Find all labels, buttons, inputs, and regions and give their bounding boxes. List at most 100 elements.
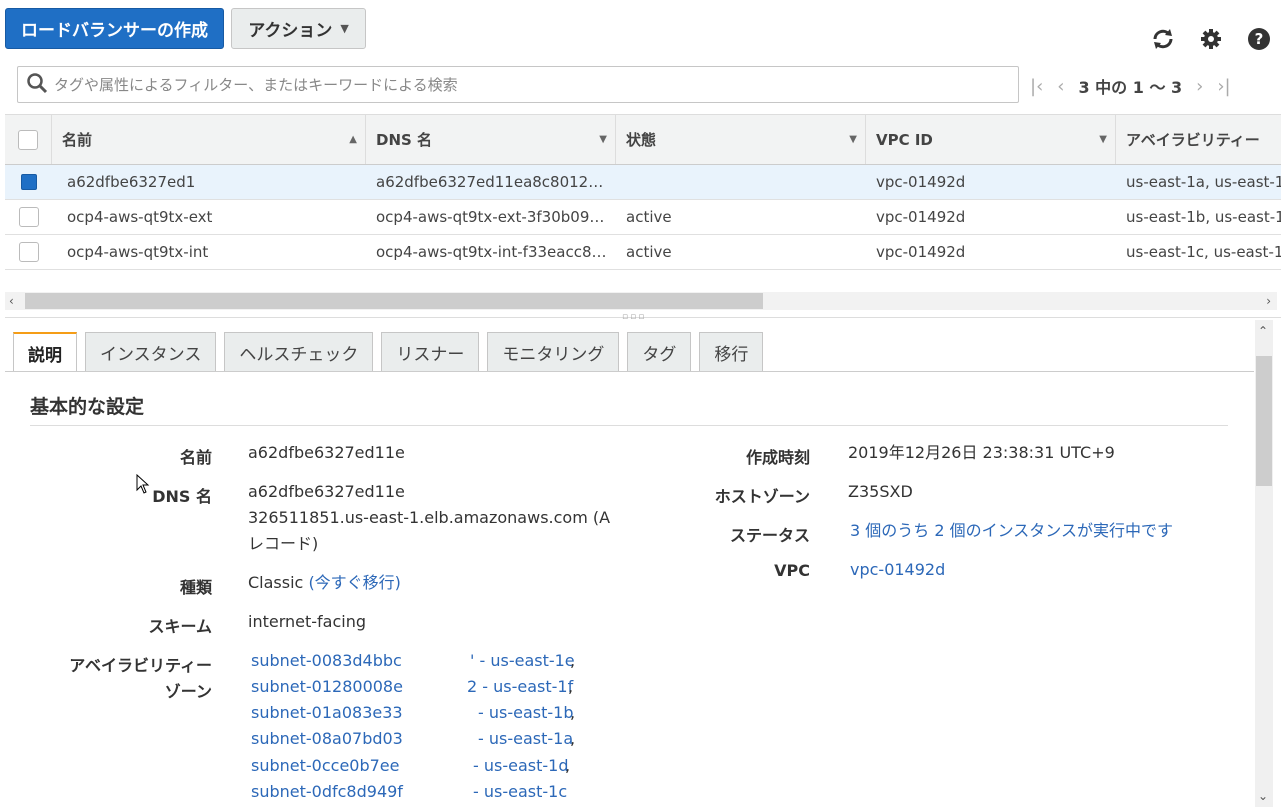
cell-name: ocp4-aws-qt9tx-ext: [67, 208, 213, 226]
section-title: 基本的な設定: [30, 396, 145, 418]
cell-state: [616, 165, 866, 199]
dns-value-line1: a62dfbe6327ed11e: [248, 482, 405, 501]
cell-az: us-east-1c, us-east-1: [1126, 243, 1281, 261]
scroll-right-icon[interactable]: ›: [1266, 292, 1271, 310]
row-select-cell: [5, 200, 52, 234]
subnet-sep: ,: [570, 729, 576, 748]
filter-search-box[interactable]: [17, 66, 1019, 103]
status-link[interactable]: 3 個のうち 2 個のインスタンスが実行中です: [850, 518, 1173, 544]
subnet-link[interactable]: subnet-0083d4bbc: [251, 651, 402, 670]
select-all-cell: [5, 115, 52, 164]
subnet-zone: - us-east-1c: [473, 782, 568, 801]
subnet-link[interactable]: subnet-08a07bd03: [251, 729, 403, 748]
name-label: 名前: [179, 448, 212, 467]
table-header: 名前 ▲ DNS 名 ▼ 状態 ▼ VPC ID ▼ アベイラビリティー: [5, 114, 1281, 165]
tab-health-check[interactable]: ヘルスチェック: [224, 332, 374, 372]
row-checkbox[interactable]: [20, 174, 37, 190]
subnet-link[interactable]: subnet-0dfc8d949f: [251, 782, 403, 801]
detail-tabs: 説明 インスタンス ヘルスチェック リスナー モニタリング タグ 移行: [13, 332, 764, 372]
subnet-zone: - us-east-1a: [478, 729, 574, 748]
select-all-checkbox[interactable]: [18, 129, 38, 150]
mouse-cursor-icon: [136, 473, 150, 498]
column-header-name[interactable]: 名前 ▲: [52, 115, 366, 164]
search-input[interactable]: [54, 75, 954, 94]
create-load-balancer-button[interactable]: ロードバランサーの作成: [5, 8, 224, 49]
status-label: ステータス: [729, 526, 810, 545]
row-checkbox[interactable]: [18, 207, 39, 227]
resize-handle-icon[interactable]: ▫▫▫: [622, 312, 646, 322]
refresh-icon[interactable]: [1147, 24, 1179, 54]
subnet-zone: - us-east-1d: [473, 756, 569, 775]
subnet-item: subnet-08a07bd03: [251, 726, 403, 752]
row-checkbox[interactable]: [18, 242, 39, 262]
subnet-sep: ,: [570, 651, 576, 670]
subnet-item: subnet-0083d4bbc: [251, 648, 402, 674]
cell-state: active: [626, 208, 672, 226]
dns-value-line3: レコード): [248, 534, 319, 553]
type-label: 種類: [179, 578, 212, 597]
tab-migration[interactable]: 移行: [699, 332, 764, 372]
subnet-zone: 2 - us-east-1f: [467, 677, 574, 696]
subnet-link[interactable]: subnet-01a083e33: [251, 703, 403, 722]
scroll-down-icon[interactable]: ⌄: [1258, 789, 1268, 803]
subnet-zone: ' - us-east-1e: [470, 651, 575, 670]
tab-underline: [5, 371, 1254, 372]
az-label-line2: ゾーン: [164, 682, 212, 701]
vertical-scrollbar[interactable]: ⌃ ⌄: [1255, 320, 1273, 807]
cell-az: us-east-1b, us-east-1: [1126, 208, 1281, 226]
scrollbar-thumb[interactable]: [25, 293, 763, 309]
table-row[interactable]: a62dfbe6327ed1 a62dfbe6327ed11ea8c8012… …: [5, 165, 1281, 200]
sort-icon: ▼: [1099, 134, 1107, 145]
dns-value-line2: 326511851.us-east-1.elb.amazonaws.com (A: [248, 508, 611, 527]
dns-label: DNS 名: [152, 487, 212, 506]
tab-listeners[interactable]: リスナー: [381, 332, 480, 372]
column-header-vpc[interactable]: VPC ID ▼: [866, 115, 1116, 164]
migrate-now-link[interactable]: (今すぐ移行): [308, 573, 401, 592]
cell-dns: ocp4-aws-qt9tx-int-f33eacc8…: [376, 243, 607, 261]
prev-page-icon[interactable]: ‹: [1057, 76, 1064, 97]
column-header-dns[interactable]: DNS 名 ▼: [366, 115, 616, 164]
column-label: 状態: [626, 131, 657, 149]
cell-name: a62dfbe6327ed1: [67, 173, 196, 191]
scroll-up-icon[interactable]: ⌃: [1258, 324, 1268, 338]
subnet-link[interactable]: subnet-01280008e: [251, 677, 403, 696]
gear-icon[interactable]: [1195, 24, 1227, 54]
type-value: Classic: [248, 573, 304, 592]
scheme-value: internet-facing: [248, 612, 367, 631]
help-icon[interactable]: ?: [1243, 24, 1275, 54]
actions-dropdown-button[interactable]: アクション ▼: [231, 8, 366, 49]
table-row[interactable]: ocp4-aws-qt9tx-ext ocp4-aws-qt9tx-ext-3f…: [5, 200, 1281, 235]
tab-tags[interactable]: タグ: [627, 332, 692, 372]
horizontal-scrollbar[interactable]: ‹ ›: [5, 292, 1277, 310]
column-header-state[interactable]: 状態 ▼: [616, 115, 866, 164]
type-value-wrap: Classic (今すぐ移行): [248, 570, 401, 596]
tab-instances[interactable]: インスタンス: [85, 332, 217, 372]
chevron-down-icon: ▼: [340, 22, 349, 35]
vpc-label: VPC: [774, 561, 810, 580]
tab-description[interactable]: 説明: [13, 332, 77, 372]
scheme-label: スキーム: [148, 617, 212, 636]
next-page-icon[interactable]: ›: [1196, 76, 1203, 97]
table-row[interactable]: ocp4-aws-qt9tx-int ocp4-aws-qt9tx-int-f3…: [5, 235, 1281, 270]
created-value: 2019年12月26日 23:38:31 UTC+9: [848, 443, 1115, 462]
tab-monitoring[interactable]: モニタリング: [487, 332, 620, 372]
scroll-left-icon[interactable]: ‹: [9, 292, 14, 310]
actions-label: アクション: [248, 21, 333, 41]
scrollbar-thumb[interactable]: [1256, 356, 1272, 486]
name-value: a62dfbe6327ed11e: [248, 443, 405, 462]
vpc-link[interactable]: vpc-01492d: [850, 557, 945, 583]
first-page-icon[interactable]: |‹: [1030, 76, 1043, 97]
column-label: 名前: [62, 131, 93, 149]
search-icon: [26, 72, 48, 98]
subnet-sep: ,: [565, 756, 571, 775]
hosted-zone-value: Z35SXD: [848, 482, 913, 501]
load-balancer-table: 名前 ▲ DNS 名 ▼ 状態 ▼ VPC ID ▼ アベイラビリティー a62dfbe…: [5, 114, 1281, 270]
column-header-az[interactable]: アベイラビリティー: [1116, 115, 1281, 164]
subnet-zone: - us-east-1b: [478, 703, 574, 722]
column-label: VPC ID: [876, 130, 933, 149]
last-page-icon[interactable]: ›|: [1217, 76, 1230, 97]
subnet-sep: ,: [568, 677, 574, 696]
subnet-link[interactable]: subnet-0cce0b7ee: [251, 756, 399, 775]
page-range-text: 3 中の 1 ～ 3: [1078, 78, 1183, 97]
svg-text:?: ?: [1255, 30, 1264, 48]
